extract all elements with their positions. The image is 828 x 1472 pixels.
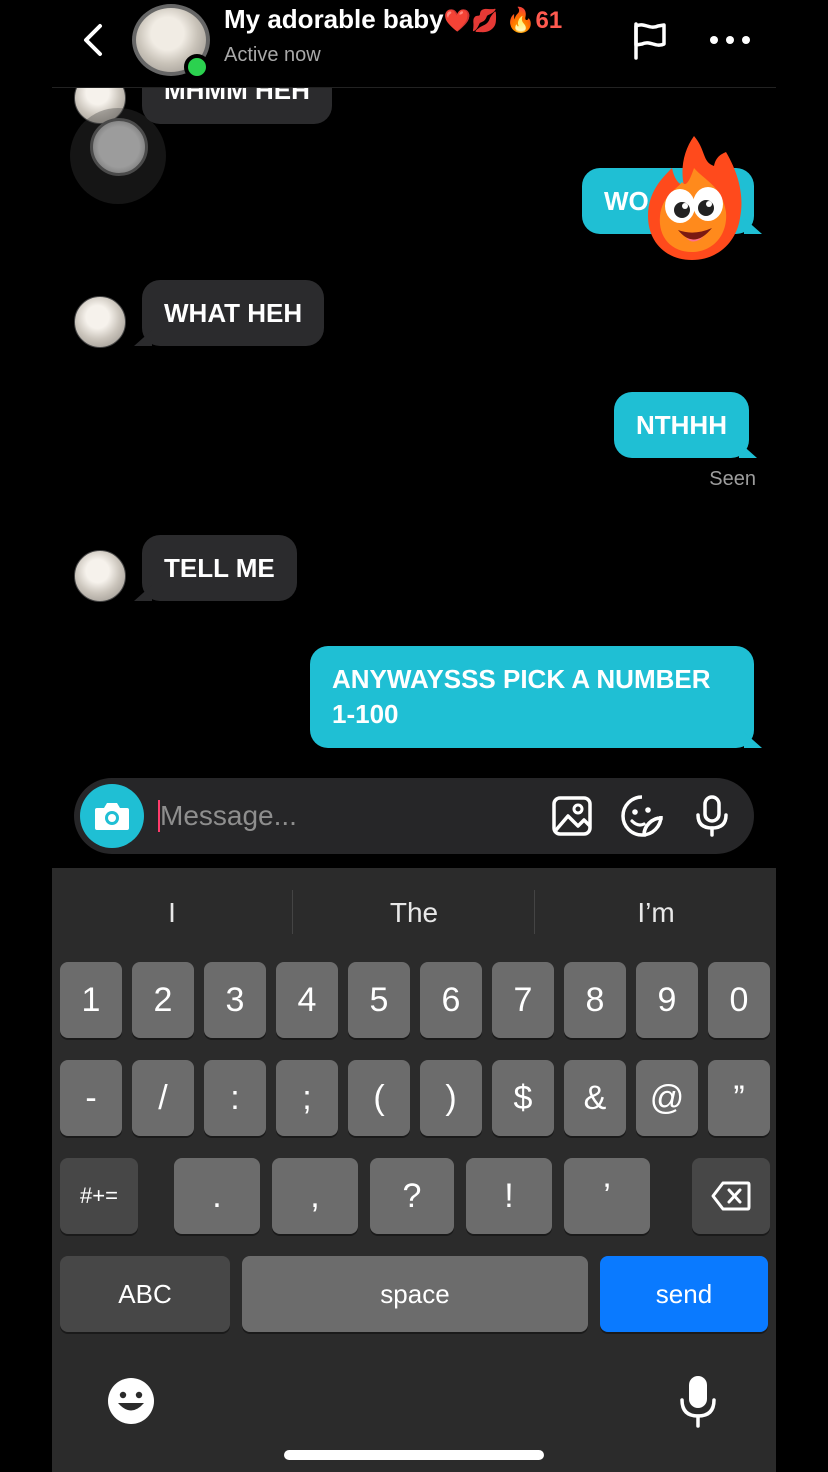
key-colon[interactable]: : [204, 1060, 266, 1136]
dictation-button[interactable] [678, 1374, 718, 1428]
active-status-text: Active now [224, 44, 321, 66]
message-outgoing[interactable]: NTHHH [614, 392, 749, 458]
key-symbols-toggle[interactable]: #+= [60, 1158, 138, 1234]
key-slash[interactable]: / [132, 1060, 194, 1136]
suggestion-3[interactable]: I’m [536, 888, 776, 938]
backspace-icon [711, 1181, 751, 1211]
seen-receipt: Seen [709, 468, 756, 490]
active-status-dot [184, 54, 210, 80]
key-3[interactable]: 3 [204, 962, 266, 1038]
title-emojis: ❤️💋 [443, 8, 499, 33]
key-dollar[interactable]: $ [492, 1060, 554, 1136]
emoji-keyboard-button[interactable] [106, 1376, 156, 1426]
streak-count: 61 [535, 7, 563, 34]
suggestion-2[interactable]: The [294, 888, 534, 938]
flag-icon [634, 22, 666, 60]
key-question[interactable]: ? [370, 1158, 454, 1234]
chat-header: My adorable baby❤️💋 🔥61 Active now [52, 0, 776, 88]
report-button[interactable] [630, 20, 670, 60]
sticker-button[interactable] [620, 794, 664, 838]
message-outgoing[interactable]: ANYWAYSSS PICK A NUMBER 1-100 [310, 646, 754, 748]
message-input[interactable] [160, 792, 540, 840]
contact-name-text: My adorable baby [224, 4, 444, 34]
more-horizontal-icon [710, 36, 750, 44]
key-at[interactable]: @ [636, 1060, 698, 1136]
assistive-touch-inner [90, 118, 148, 176]
key-abc[interactable]: ABC [60, 1256, 230, 1332]
contact-avatar-small [74, 550, 126, 602]
more-button[interactable] [708, 30, 752, 50]
key-hyphen[interactable]: - [60, 1060, 122, 1136]
key-send[interactable]: send [600, 1256, 768, 1332]
key-comma[interactable]: , [272, 1158, 358, 1234]
keyboard: I The I’m 1 2 3 4 5 6 7 8 9 0 - / : ; ( … [52, 868, 776, 1472]
suggestion-1[interactable]: I [52, 888, 292, 938]
emoji-icon [108, 1378, 154, 1424]
fire-sticker[interactable] [644, 132, 744, 262]
key-semicolon[interactable]: ; [276, 1060, 338, 1136]
key-apostrophe[interactable]: ’ [564, 1158, 650, 1234]
key-ampersand[interactable]: & [564, 1060, 626, 1136]
voice-message-button[interactable] [690, 794, 734, 838]
image-icon [552, 796, 592, 836]
suggestion-divider [292, 890, 293, 934]
message-incoming[interactable]: WHAT HEH [142, 280, 325, 346]
contact-avatar[interactable] [132, 4, 212, 80]
key-quote[interactable]: ” [708, 1060, 770, 1136]
key-5[interactable]: 5 [348, 962, 410, 1038]
key-1[interactable]: 1 [60, 962, 122, 1038]
message-text: ANYWAYSSS PICK A NUMBER 1-100 [332, 664, 711, 729]
message-composer [74, 778, 754, 854]
contact-avatar-small [74, 296, 126, 348]
message-text: TELL ME [164, 552, 275, 583]
microphone-icon [680, 1376, 716, 1428]
contact-name[interactable]: My adorable baby❤️💋 🔥61 [224, 4, 562, 35]
sticker-icon [621, 795, 663, 837]
back-button[interactable] [74, 18, 114, 62]
camera-button[interactable] [80, 784, 144, 848]
message-incoming[interactable]: TELL ME [142, 535, 297, 601]
message-text: NTHHH [636, 409, 727, 440]
key-0[interactable]: 0 [708, 962, 770, 1038]
key-close-paren[interactable]: ) [420, 1060, 482, 1136]
gallery-button[interactable] [550, 794, 594, 838]
key-6[interactable]: 6 [420, 962, 482, 1038]
key-delete[interactable] [692, 1158, 770, 1234]
key-exclamation[interactable]: ! [466, 1158, 552, 1234]
message-text: WHAT HEH [164, 297, 303, 328]
key-open-paren[interactable]: ( [348, 1060, 410, 1136]
microphone-icon [696, 795, 728, 837]
camera-icon [95, 803, 129, 830]
home-indicator[interactable] [284, 1450, 544, 1460]
key-space[interactable]: space [242, 1256, 588, 1332]
key-period[interactable]: . [174, 1158, 260, 1234]
key-7[interactable]: 7 [492, 962, 554, 1038]
message-text: WO [604, 185, 649, 216]
fire-character-icon [648, 136, 742, 260]
key-4[interactable]: 4 [276, 962, 338, 1038]
key-9[interactable]: 9 [636, 962, 698, 1038]
suggestion-divider [534, 890, 535, 934]
chevron-left-icon [84, 24, 102, 56]
key-2[interactable]: 2 [132, 962, 194, 1038]
chat-screen: My adorable baby❤️💋 🔥61 Active now MHMM … [52, 0, 776, 1472]
streak-emoji: 🔥 [505, 7, 536, 34]
key-8[interactable]: 8 [564, 962, 626, 1038]
